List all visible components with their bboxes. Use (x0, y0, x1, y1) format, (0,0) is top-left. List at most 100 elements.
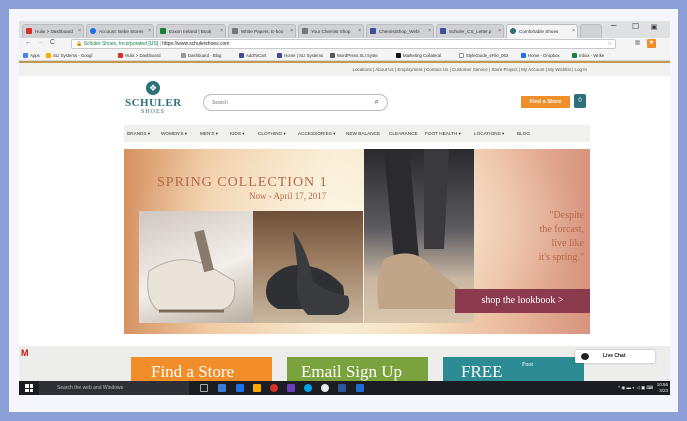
tab-favicon (26, 28, 32, 34)
user-profile-button[interactable]: ▣ (647, 22, 661, 34)
nav-foot-health[interactable]: FOOT HEALTH ▾ (425, 125, 461, 142)
bookmark-item[interactable]: WordPress SLI Syste (330, 53, 378, 58)
document-icon (459, 53, 464, 58)
app-icon[interactable] (236, 384, 244, 392)
tray-icons[interactable]: ^ ◉ ▬ ◐ ◁ ▣ ⌨ (618, 385, 655, 390)
tab-label: Your Chemist Shop (311, 29, 351, 34)
app-icon[interactable] (321, 384, 329, 392)
shop-lookbook-button[interactable]: shop the lookbook > (455, 289, 590, 313)
search-icon[interactable]: ⌕ (375, 97, 379, 107)
new-tab-button[interactable] (580, 24, 602, 38)
bookmark-label: Apps (30, 53, 40, 58)
close-icon[interactable]: × (358, 25, 361, 38)
nav-clothing[interactable]: CLOTHING ▾ (258, 125, 286, 142)
extension-icon[interactable]: ★ (647, 39, 656, 48)
apps-icon (23, 53, 28, 58)
sandal-illustration (147, 229, 236, 313)
windows-start-icon[interactable] (25, 384, 33, 392)
close-icon[interactable]: × (572, 25, 575, 38)
browser-tab-active[interactable]: Comfortable Shoes × (506, 24, 578, 38)
skype-icon[interactable] (304, 384, 312, 392)
logo-icon: ❖ (146, 81, 160, 95)
bookmark-label: Marketing Collateral (403, 53, 442, 58)
utility-links[interactable]: Locations | About Us | Employment | Cont… (19, 63, 670, 76)
close-icon[interactable]: × (428, 25, 431, 38)
browser-tab[interactable]: White Papers, E-boo × (228, 24, 296, 38)
browser-tab[interactable]: Account: Bebe Stores × (86, 24, 154, 38)
nav-mens[interactable]: MEN'S ▾ (200, 125, 218, 142)
url-separator: | (159, 41, 161, 47)
close-icon[interactable]: × (148, 25, 151, 38)
tab-label: ChemistShop_Webi (379, 29, 420, 34)
screen: Hulix > Dashboard × Account: Bebe Stores ×… (19, 21, 670, 395)
browser-tab[interactable]: ChemistShop_Webi × (366, 24, 434, 38)
chrome-icon[interactable] (270, 384, 278, 392)
clock[interactable]: 10:56 3/23 (657, 381, 668, 394)
tab-favicon (510, 28, 516, 34)
star-icon[interactable]: ☆ (608, 40, 612, 49)
tab-favicon (302, 28, 308, 34)
nav-blog[interactable]: BLOG (517, 125, 530, 142)
file-explorer-icon[interactable] (253, 384, 261, 392)
browser-tab[interactable]: Exxon Ireland | Book × (156, 24, 226, 38)
bookmark-item[interactable]: StyleGuide_eFile_062 (459, 53, 508, 58)
chat-bubble-icon (581, 353, 589, 360)
nav-womens[interactable]: WOMEN'S ▾ (161, 125, 187, 142)
bookmark-label: Home | SLI Systems (284, 53, 324, 58)
outlook-icon[interactable] (218, 384, 226, 392)
nav-locations[interactable]: LOCATIONS ▾ (474, 125, 504, 142)
address-bar-row: ← → C 🔒 Schuler Shoes, Incorporated [US]… (19, 38, 670, 51)
nav-brands[interactable]: BRANDS ▾ (127, 125, 150, 142)
hero-date: Now - April 17, 2017 (249, 191, 327, 201)
close-icon[interactable]: × (290, 25, 293, 38)
close-icon[interactable]: × (498, 25, 501, 38)
reload-icon[interactable]: C (50, 39, 55, 46)
promo-find-store[interactable]: Find a Store (131, 357, 272, 381)
bookmark-item[interactable]: Hulix > Dashboard (118, 53, 160, 58)
nav-kids[interactable]: KIDS ▾ (230, 125, 245, 142)
bookmark-item[interactable]: Marketing Collateral (396, 53, 441, 58)
maximize-icon[interactable]: ☐ (632, 22, 639, 31)
mcafee-icon[interactable]: M (21, 348, 31, 358)
tab-favicon (90, 28, 96, 34)
logo-wordmark: SCHULER (125, 97, 182, 109)
bookmark-item[interactable]: Home - Dropbox (521, 53, 560, 58)
bookmark-apps[interactable]: Apps (23, 53, 40, 58)
site-logo[interactable]: ❖ SCHULER SHOES (125, 81, 181, 119)
extension-icon[interactable]: ▦ (633, 39, 642, 48)
nav-clearance[interactable]: CLEARANCE (389, 125, 418, 142)
back-icon[interactable]: ← (25, 39, 32, 46)
bookmark-item[interactable]: Inbox - Wrike (572, 53, 604, 58)
bookmark-item[interactable]: Dashboard · Blog (181, 53, 221, 58)
bookmark-item[interactable]: Home | SLI Systems (277, 53, 323, 58)
url-bar[interactable]: 🔒 Schuler Shoes, Incorporated [US] | htt… (71, 39, 616, 49)
taskbar-search-input[interactable]: Search the web and Windows (39, 381, 189, 395)
close-icon[interactable]: × (220, 25, 223, 38)
browser-tab[interactable]: Schuler_CS_Letter.p × (436, 24, 504, 38)
hero-banner[interactable]: SPRING COLLECTION 1 Now - April 17, 2017… (124, 149, 590, 334)
search-input[interactable] (212, 98, 362, 108)
edge-icon[interactable] (356, 384, 364, 392)
find-a-store-button[interactable]: Find a Store (521, 96, 570, 108)
shopping-bag-icon[interactable]: 0 (574, 94, 586, 108)
nav-new-balance[interactable]: NEW BALANCE (346, 125, 380, 142)
forward-icon[interactable]: → (37, 39, 44, 46)
oxford-shoe-photo (253, 211, 363, 323)
word-icon[interactable] (338, 384, 346, 392)
close-icon[interactable]: × (78, 25, 81, 38)
bookmark-item[interactable]: SLI Systems - Googl (46, 53, 92, 58)
promo-free[interactable]: FREE Foot (443, 357, 584, 381)
browser-tab[interactable]: Hulix > Dashboard × (22, 24, 84, 38)
logo-subword: SHOES (140, 109, 165, 115)
live-chat-button[interactable]: Live Chat (575, 350, 655, 363)
app-icon[interactable] (287, 384, 295, 392)
bookmark-label: Hulix > Dashboard (125, 53, 161, 58)
task-view-icon[interactable] (200, 384, 208, 392)
promo-email-signup[interactable]: Email Sign Up (287, 357, 428, 381)
bookmark-icon (181, 53, 186, 58)
browser-tab[interactable]: Your Chemist Shop × (298, 24, 364, 38)
minimize-icon[interactable]: – (611, 21, 617, 31)
nav-accessories[interactable]: ACCESSORIES ▾ (298, 125, 336, 142)
bookmark-item[interactable]: AddToCart (239, 53, 266, 58)
hero-quote: "Despite the forcast, live like it's spr… (479, 209, 584, 265)
